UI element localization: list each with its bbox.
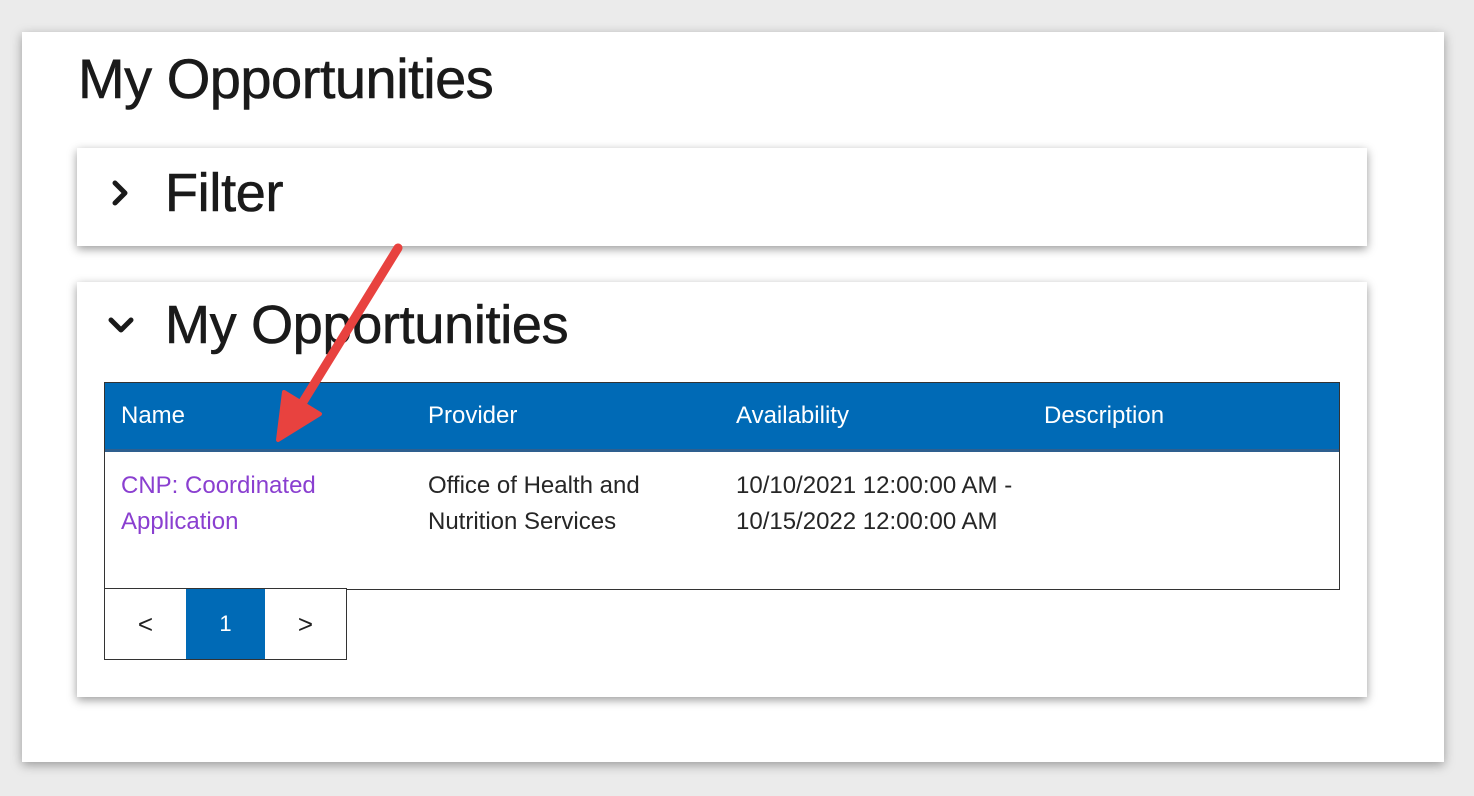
cell-description bbox=[1028, 468, 1339, 589]
table-row: CNP: Coordinated Application Office of H… bbox=[105, 452, 1339, 589]
column-header-availability[interactable]: Availability bbox=[720, 402, 1028, 430]
opportunities-panel-toggle[interactable]: My Opportunities bbox=[107, 294, 569, 356]
filter-panel: Filter bbox=[77, 148, 1367, 246]
pagination: < 1 > bbox=[104, 588, 347, 660]
chevron-right-icon bbox=[112, 180, 128, 206]
chevron-down-icon bbox=[108, 317, 134, 333]
opportunities-panel-title: My Opportunities bbox=[165, 295, 569, 356]
opportunities-table: Name Provider Availability Description C… bbox=[104, 382, 1340, 590]
opportunity-link[interactable]: CNP: Coordinated Application bbox=[121, 472, 316, 535]
cell-provider: Office of Health and Nutrition Services bbox=[428, 472, 640, 535]
prev-page-button[interactable]: < bbox=[105, 589, 186, 659]
cell-name: CNP: Coordinated Application bbox=[105, 468, 412, 589]
opportunities-panel: My Opportunities Name Provider Availabil… bbox=[77, 282, 1367, 697]
filter-panel-toggle[interactable]: Filter bbox=[107, 162, 284, 224]
next-page-button[interactable]: > bbox=[265, 589, 346, 659]
column-header-provider[interactable]: Provider bbox=[412, 402, 720, 430]
filter-panel-title: Filter bbox=[165, 163, 284, 224]
column-header-description[interactable]: Description bbox=[1028, 402, 1339, 430]
column-header-name[interactable]: Name bbox=[105, 402, 412, 430]
cell-availability: 10/10/2021 12:00:00 AM - 10/15/2022 12:0… bbox=[736, 472, 1013, 535]
page-title: My Opportunities bbox=[78, 47, 494, 111]
page-1-button[interactable]: 1 bbox=[186, 589, 265, 659]
main-card: My Opportunities Filter My Opportunities… bbox=[22, 32, 1444, 762]
table-header: Name Provider Availability Description bbox=[105, 383, 1339, 452]
